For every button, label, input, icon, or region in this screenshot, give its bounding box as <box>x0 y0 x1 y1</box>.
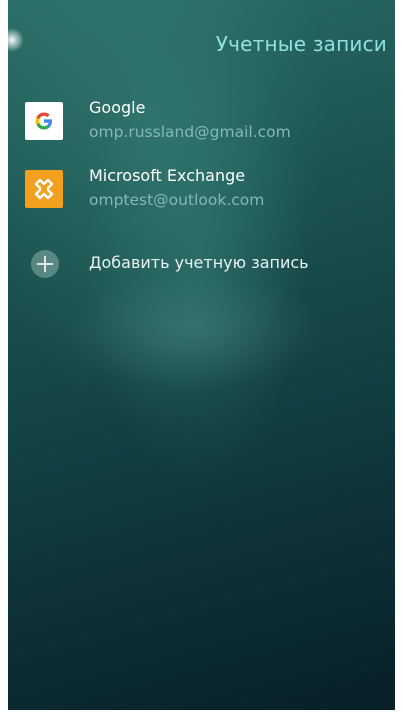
account-name: Microsoft Exchange <box>89 166 246 185</box>
page-title: Учетные записи <box>215 32 387 56</box>
account-item-exchange[interactable]: Microsoft Exchange omptest@outlook.com <box>8 162 395 224</box>
add-account-button[interactable]: Добавить учетную запись <box>8 246 395 282</box>
add-account-label: Добавить учетную запись <box>89 253 309 272</box>
google-icon <box>25 102 63 140</box>
account-item-google[interactable]: Google omp.russland@gmail.com <box>8 94 395 156</box>
pulley-indicator <box>8 28 24 52</box>
account-email: omp.russland@gmail.com <box>89 123 291 141</box>
plus-icon <box>31 250 59 278</box>
exchange-icon <box>25 170 63 208</box>
accounts-screen: Учетные записи Google omp.russland@gmail… <box>8 0 395 710</box>
account-email: omptest@outlook.com <box>89 191 265 209</box>
account-name: Google <box>89 98 146 117</box>
